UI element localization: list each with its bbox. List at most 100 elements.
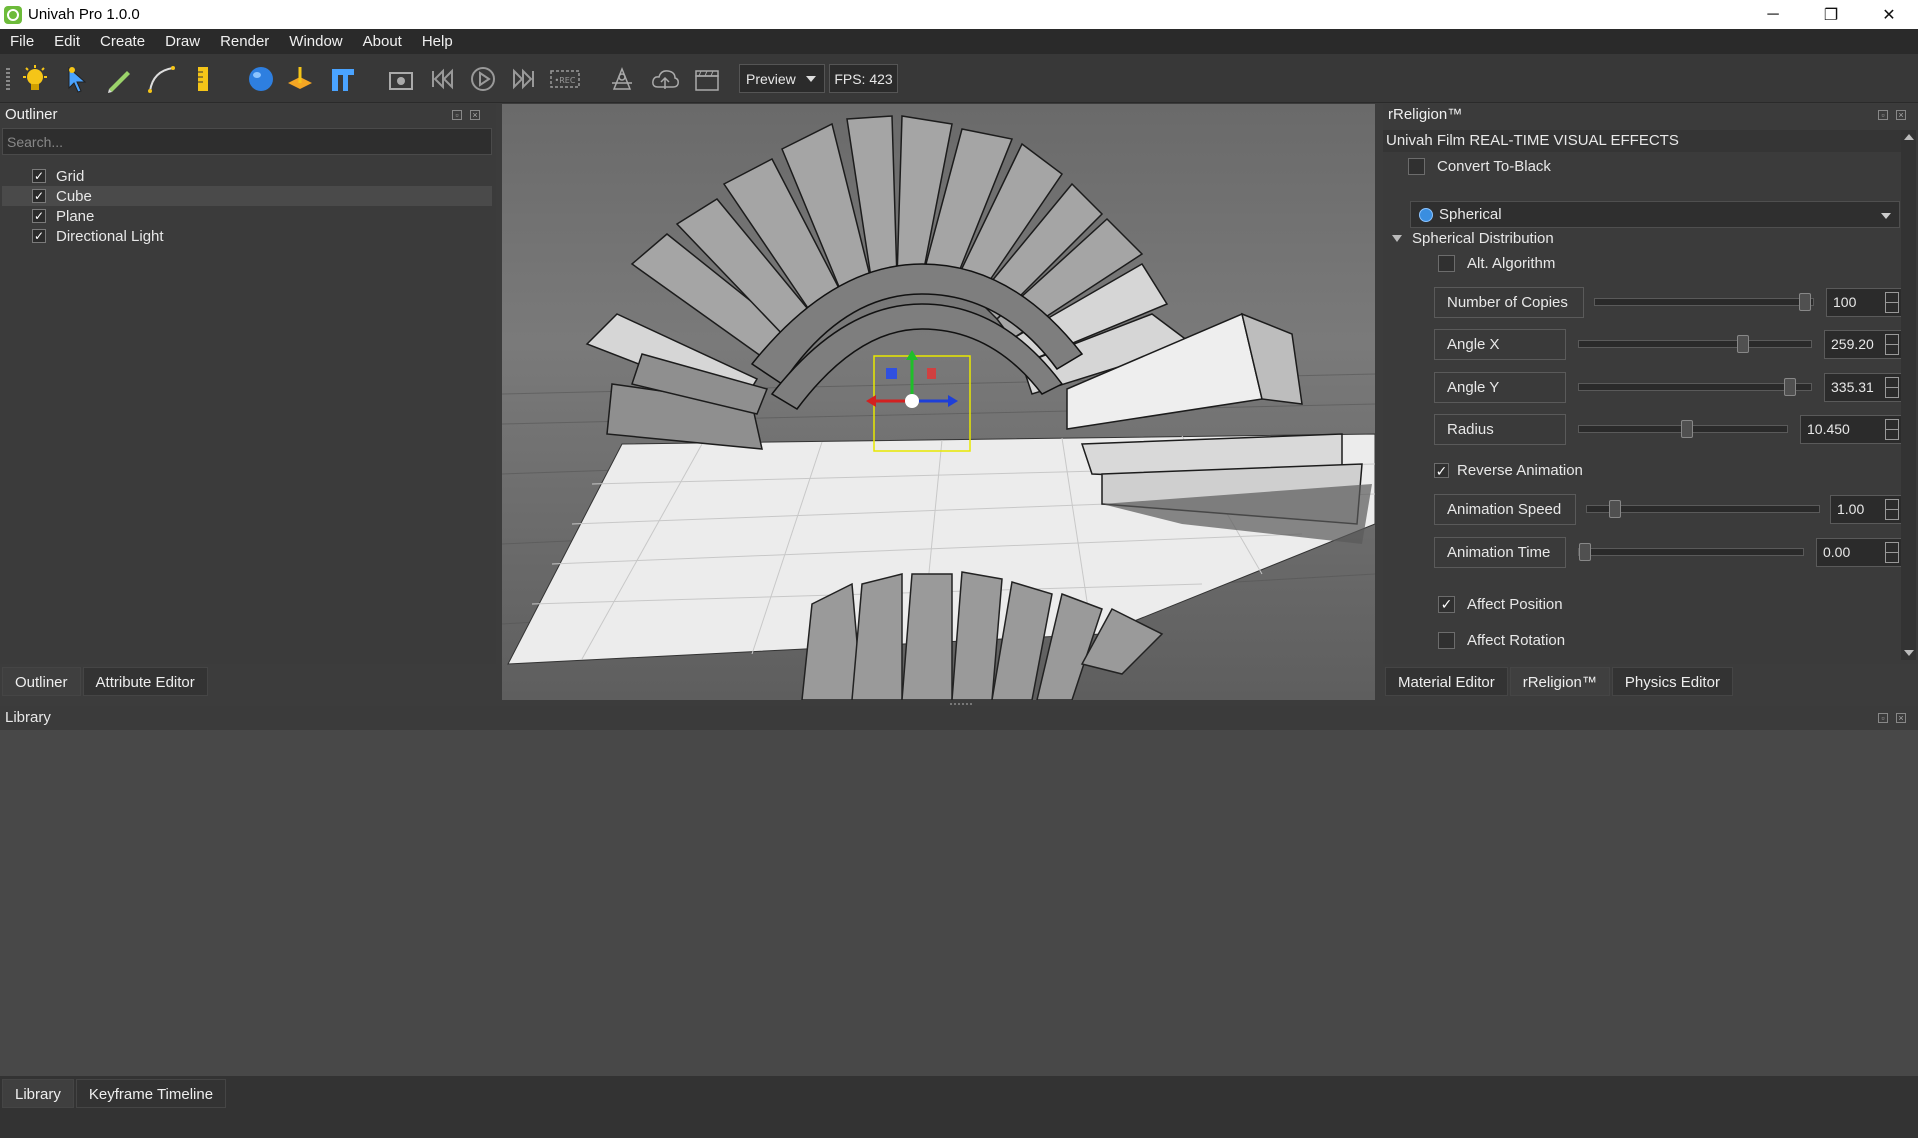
spinner-arrows-icon[interactable]: [1885, 542, 1899, 563]
record-icon[interactable]: •REC: [550, 64, 580, 94]
maximize-button[interactable]: ❐: [1802, 0, 1860, 29]
curve-pen-icon[interactable]: [146, 64, 176, 94]
menu-file[interactable]: File: [0, 29, 44, 54]
sphere-icon[interactable]: [246, 64, 276, 94]
tab-outliner[interactable]: Outliner: [2, 667, 81, 696]
toolbar-grip[interactable]: [6, 68, 10, 90]
select-arrow-icon[interactable]: [62, 64, 92, 94]
menu-help[interactable]: Help: [412, 29, 463, 54]
spherical-distribution-section[interactable]: Spherical Distribution: [1392, 230, 1554, 247]
scroll-down-icon[interactable]: [1904, 650, 1914, 656]
visibility-checkbox[interactable]: ✓: [32, 229, 46, 243]
skip-back-icon[interactable]: [427, 64, 457, 94]
animation-speed-slider[interactable]: [1586, 500, 1820, 518]
tab-rreligion[interactable]: rReligion™: [1509, 667, 1610, 696]
collapse-triangle-icon[interactable]: [1392, 235, 1402, 242]
slider-thumb[interactable]: [1798, 293, 1811, 311]
spinner-arrows-icon[interactable]: [1885, 419, 1899, 440]
angle-y-label: Angle Y: [1434, 372, 1566, 403]
affect-position-checkbox[interactable]: ✓: [1438, 596, 1455, 613]
spinner-arrows-icon[interactable]: [1885, 292, 1899, 313]
menu-draw[interactable]: Draw: [155, 29, 210, 54]
structure-icon[interactable]: [328, 64, 358, 94]
float-icon[interactable]: ▫: [1878, 713, 1888, 723]
menu-window[interactable]: Window: [279, 29, 352, 54]
menu-edit[interactable]: Edit: [44, 29, 90, 54]
close-icon[interactable]: ×: [1896, 713, 1906, 723]
tree-item-plane[interactable]: ✓ Plane: [2, 206, 492, 226]
angle-x-slider[interactable]: [1578, 335, 1812, 353]
slider-thumb[interactable]: [1680, 420, 1693, 438]
float-icon[interactable]: ▫: [1878, 110, 1888, 120]
spinner-arrows-icon[interactable]: [1885, 377, 1899, 398]
ruler-icon[interactable]: [188, 64, 218, 94]
fps-counter: FPS: 423: [829, 64, 898, 93]
rreligion-scrollbar[interactable]: [1901, 130, 1916, 660]
light-bulb-icon[interactable]: [20, 64, 50, 94]
animation-time-spinbox[interactable]: 0.00: [1816, 538, 1902, 567]
visibility-checkbox[interactable]: ✓: [32, 169, 46, 183]
animation-speed-spinbox[interactable]: 1.00: [1830, 495, 1902, 524]
alt-algorithm-row[interactable]: Alt. Algorithm: [1438, 255, 1555, 272]
clapper-icon[interactable]: [692, 64, 722, 94]
menu-about[interactable]: About: [353, 29, 412, 54]
radius-spinbox[interactable]: 10.450: [1800, 415, 1902, 444]
slider-thumb[interactable]: [1737, 335, 1750, 353]
affect-position-row[interactable]: ✓ Affect Position: [1438, 596, 1563, 613]
minimize-button[interactable]: ─: [1744, 0, 1802, 29]
outliner-search-input[interactable]: [2, 128, 492, 155]
preview-dropdown[interactable]: Preview: [739, 64, 825, 93]
float-icon[interactable]: ▫: [452, 110, 462, 120]
reverse-animation-row[interactable]: ✓ Reverse Animation: [1434, 462, 1583, 479]
tab-keyframe-timeline[interactable]: Keyframe Timeline: [75, 1079, 227, 1108]
spinner-arrows-icon[interactable]: [1885, 499, 1899, 520]
close-icon[interactable]: ×: [1896, 110, 1906, 120]
close-button[interactable]: ✕: [1860, 0, 1918, 29]
tab-attribute-editor[interactable]: Attribute Editor: [82, 667, 208, 696]
slider-thumb[interactable]: [1609, 500, 1621, 518]
number-of-copies-spinbox[interactable]: 100: [1826, 288, 1902, 317]
tab-material-editor[interactable]: Material Editor: [1385, 667, 1508, 696]
snapshot-icon[interactable]: [386, 64, 416, 94]
cloud-upload-icon[interactable]: [650, 64, 680, 94]
spinbox-value: 335.31: [1831, 379, 1874, 395]
animation-time-slider[interactable]: [1578, 543, 1804, 561]
network-icon[interactable]: [607, 64, 637, 94]
affect-rotation-row[interactable]: Affect Rotation: [1438, 632, 1565, 649]
angle-y-spinbox[interactable]: 335.31: [1824, 373, 1902, 402]
menu-create[interactable]: Create: [90, 29, 155, 54]
affect-rotation-label: Affect Rotation: [1467, 632, 1566, 649]
play-icon[interactable]: [468, 64, 498, 94]
radius-slider[interactable]: [1578, 420, 1788, 438]
affect-rotation-checkbox[interactable]: [1438, 632, 1455, 649]
pencil-icon[interactable]: [104, 64, 134, 94]
number-of-copies-slider[interactable]: [1594, 293, 1814, 311]
visibility-checkbox[interactable]: ✓: [32, 209, 46, 223]
spinner-arrows-icon[interactable]: [1885, 334, 1899, 355]
panel-splitter[interactable]: [950, 703, 972, 705]
app-logo-icon: [4, 5, 22, 24]
scroll-up-icon[interactable]: [1904, 134, 1914, 140]
distribution-mode-dropdown[interactable]: Spherical: [1410, 201, 1900, 228]
close-icon[interactable]: ×: [470, 110, 480, 120]
tab-library[interactable]: Library: [2, 1079, 74, 1108]
convert-to-black-row[interactable]: Convert To-Black: [1408, 158, 1551, 175]
tree-item-cube[interactable]: ✓ Cube: [2, 186, 492, 206]
slider-thumb[interactable]: [1579, 543, 1591, 561]
reverse-animation-checkbox[interactable]: ✓: [1434, 463, 1449, 479]
angle-x-spinbox[interactable]: 259.20: [1824, 330, 1902, 359]
visibility-checkbox[interactable]: ✓: [32, 189, 46, 203]
menu-render[interactable]: Render: [210, 29, 279, 54]
section-title: Spherical Distribution: [1412, 230, 1554, 247]
angle-x-label: Angle X: [1434, 329, 1566, 360]
skip-forward-icon[interactable]: [509, 64, 539, 94]
convert-to-black-checkbox[interactable]: [1408, 158, 1425, 175]
tree-item-grid[interactable]: ✓ Grid: [2, 166, 492, 186]
tab-physics-editor[interactable]: Physics Editor: [1611, 667, 1733, 696]
alt-algorithm-checkbox[interactable]: [1438, 255, 1455, 272]
tree-item-directional-light[interactable]: ✓ Directional Light: [2, 226, 492, 246]
slider-thumb[interactable]: [1783, 378, 1796, 396]
plane-transform-icon[interactable]: [285, 64, 315, 94]
viewport-3d[interactable]: [502, 104, 1375, 700]
angle-y-slider[interactable]: [1578, 378, 1812, 396]
